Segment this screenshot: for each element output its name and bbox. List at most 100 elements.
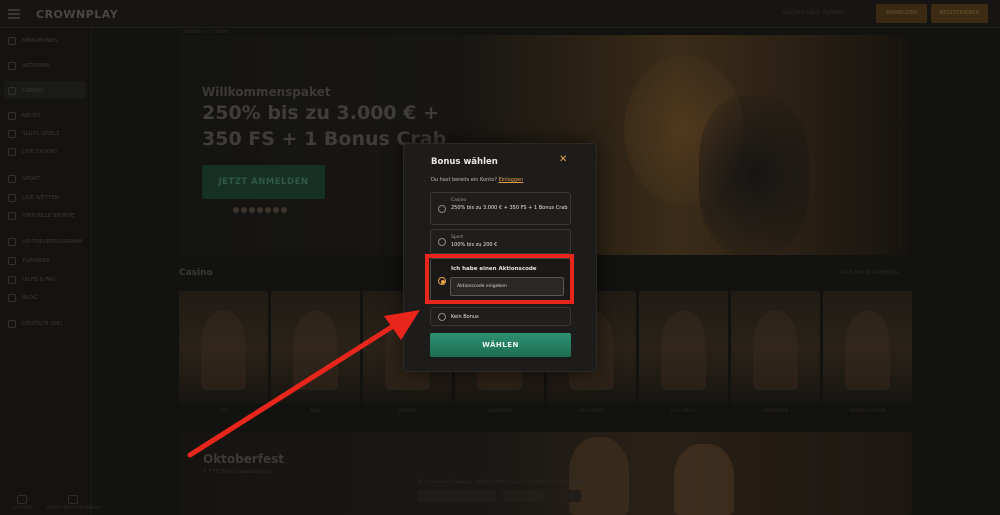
sidebar-item-virtual-sports[interactable]: VIRTUELLE SPORTE [8,212,74,220]
option-label: Ich habe einen Aktionscode [451,266,537,272]
game-label[interactable]: TOP [179,409,268,414]
bonus-option-casino[interactable]: Casino 250% bis zu 3.000 € + 350 FS + 1 … [430,192,571,225]
register-button[interactable]: REGISTRIEREN [931,4,988,23]
support-button[interactable]: SUPPORT [12,495,33,511]
sidebar-item-blog[interactable]: BLOG [8,294,37,302]
game-label[interactable]: MEGAWAYS [547,409,636,414]
game-tile[interactable] [179,291,268,403]
casino-section-title: Casino [179,268,213,278]
option-value: 250% bis zu 3.000 € + 350 FS + 1 Bonus C… [451,205,568,211]
sidebar-item-help[interactable]: HILFE & FAQ [8,276,56,284]
account-question-text: Du hast bereits ein Konto? [431,177,497,183]
hero-signup-button[interactable]: JETZT ANMELDEN [202,165,325,199]
sidebar-item-casino[interactable]: CASINO [8,87,43,95]
globe-icon [8,320,16,328]
top-bar: CROWNPLAY Suchen nach Spielen ANMELDEN R… [0,0,1000,28]
game-label[interactable]: KLASSIKER [455,409,544,414]
game-tile[interactable] [271,291,360,403]
game-category-labels: TOP NEU JACKPOT KLASSIKER MEGAWAYS LIVE … [179,409,912,414]
sidebar-item-label: LIVE CASINO [22,149,57,155]
sidebar-item-my-bonus[interactable]: MEIN BONUS [8,37,57,45]
megaphone-icon [8,62,16,70]
sidebar-item-label: SPORT [22,176,40,182]
game-tile[interactable] [731,291,820,403]
trophy-icon [8,257,16,265]
account-question: Du hast bereits ein Konto? Einloggen [431,177,523,183]
promo-title: Oktoberfest [203,452,285,466]
cookie-settings-button[interactable] [418,490,496,502]
payment-icon [241,207,247,213]
radio-button[interactable] [438,313,446,321]
promo-image-woman [674,444,734,515]
payment-icon [281,207,287,213]
hero-subtitle: Willkommenspaket [202,85,331,99]
search-input[interactable]: Suchen nach Spielen [782,9,845,16]
option-value: 100% bis zu 200 € [451,242,498,248]
radio-button[interactable] [438,238,446,246]
notifications-button[interactable]: BENACHRICHTIGUNGEN [46,495,100,511]
slot-icon [8,130,16,138]
sidebar-item-label: MEIN BONUS [22,38,58,44]
radio-button[interactable] [438,205,446,213]
sidebar-item-label: DEUTSCH (DE) [22,321,63,327]
cookie-accept-button[interactable] [503,490,581,502]
help-icon [8,276,16,284]
sidebar-item-vip[interactable]: VIP-TREUEPROGRAMM [8,238,83,246]
bonus-option-none[interactable]: Kein Bonus [430,307,571,326]
sidebar: MEIN BONUS AKTIONEN CASINO NEUES SLOTS S… [0,28,100,515]
sidebar-item-label: AKTIONEN [22,63,50,69]
controller-icon [8,212,16,220]
sidebar-item-label: TURNIERE [22,258,50,264]
choose-button[interactable]: WÄHLEN [430,333,571,357]
sidebar-item-label: VIP-TREUEPROGRAMM [22,239,83,245]
sidebar-item-tournaments[interactable]: TURNIERE [8,257,50,265]
bell-icon [67,495,78,504]
sidebar-item-language[interactable]: DEUTSCH (DE) [8,320,62,328]
sidebar-item-live-casino[interactable]: LIVE CASINO [8,148,57,156]
casino-show-all-link[interactable]: ALLE SPIELE ANZEIGEN [840,270,898,276]
sidebar-item-label: SLOTS SPIELE [22,131,60,137]
sidebar-item-label: VIRTUELLE SPORTE [22,213,75,219]
payment-icon [249,207,255,213]
crown-icon [8,238,16,246]
login-button[interactable]: ANMELDEN [876,4,927,23]
sidebar-item-sport[interactable]: SPORT [8,175,40,183]
logo[interactable]: CROWNPLAY [36,8,118,21]
sidebar-item-promotions[interactable]: AKTIONEN [8,62,50,70]
cookie-notice-text: Wir verwenden Cookies, um Ihre Erfahrung… [418,480,589,485]
bonus-option-sport[interactable]: Sport 100% bis zu 200 € [430,229,571,254]
payment-icon [273,207,279,213]
promo-code-input[interactable]: Aktionscode eingeben [450,277,564,296]
game-label[interactable]: JACKPOT [363,409,452,414]
notifications-label: BENACHRICHTIGUNGEN [46,506,100,511]
sidebar-item-slots[interactable]: SLOTS SPIELE [8,130,60,138]
sidebar-item-live-betting[interactable]: LIVE WETTEN [8,194,59,202]
game-tile[interactable] [823,291,912,403]
promo-banner: Oktoberfest 7.777.000 € Gewinnpool [179,432,912,515]
promo-subtitle: 7.777.000 € Gewinnpool [203,469,271,475]
sidebar-item-new[interactable]: NEUES [8,112,41,120]
support-label: SUPPORT [12,506,33,511]
live-icon [8,148,16,156]
bonus-option-promo-code[interactable]: Ich habe einen Aktionscode Aktionscode e… [430,258,571,304]
promo-image-man [569,437,629,515]
game-tile[interactable] [639,291,728,403]
login-link[interactable]: Einloggen [499,177,524,183]
page: CROWNPLAY Suchen nach Spielen ANMELDEN R… [0,0,1000,515]
gift-icon [8,37,16,45]
option-value: Kein Bonus [451,314,479,320]
game-label[interactable]: LIVE SPIELE [639,409,728,414]
close-icon[interactable]: ✕ [559,154,567,165]
blog-icon [8,294,16,302]
menu-icon[interactable] [8,9,20,19]
star-icon [8,112,16,120]
game-label[interactable]: NEU [271,409,360,414]
option-category: Sport [451,235,464,240]
ball-icon [8,175,16,183]
stopwatch-icon [8,194,16,202]
radio-button-selected[interactable] [438,277,446,285]
sidebar-item-label: NEUES [22,113,41,119]
sidebar-item-label: HILFE & FAQ [22,277,56,283]
game-label[interactable]: BONUS KAUFEN [823,409,912,414]
game-label[interactable]: FAVORITEN [731,409,820,414]
